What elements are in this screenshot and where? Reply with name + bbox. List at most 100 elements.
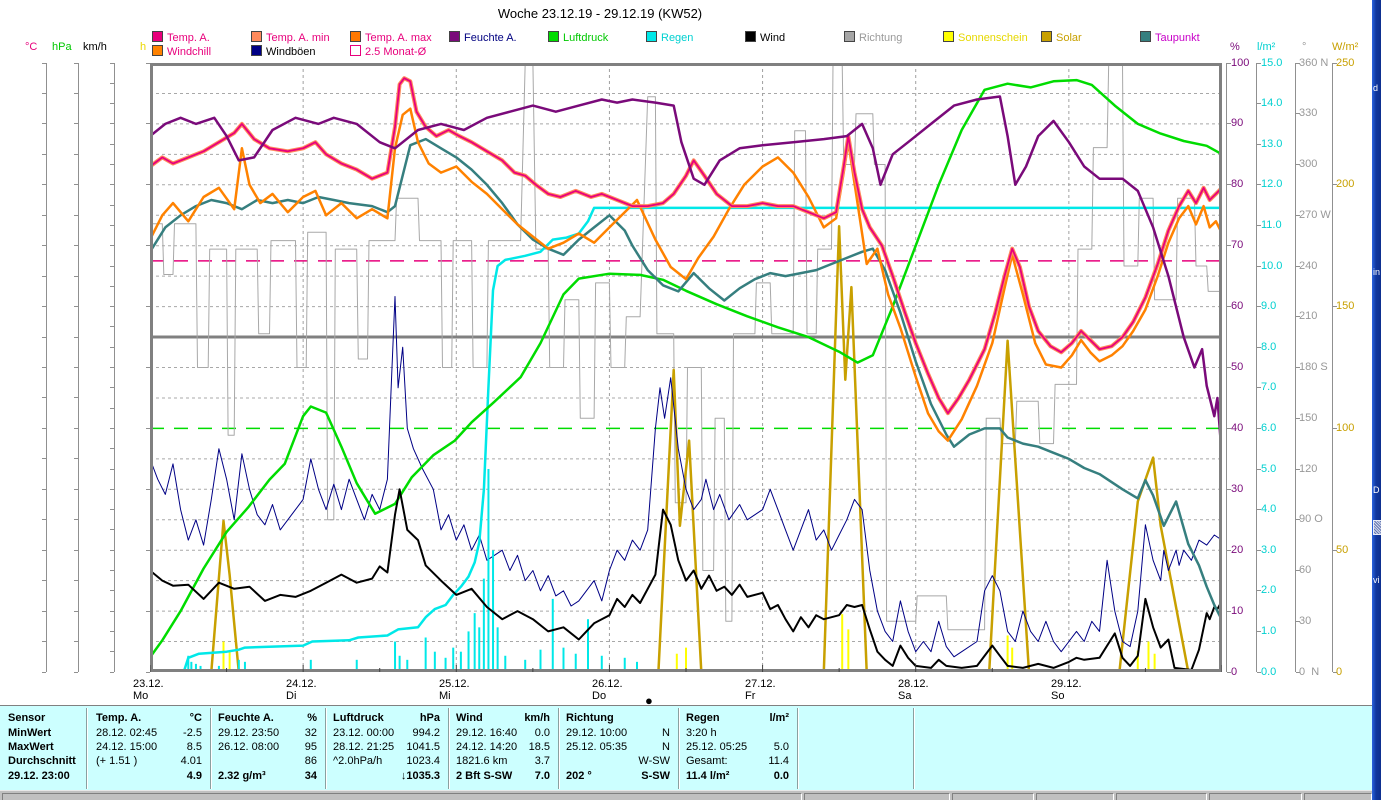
legend-item-label: Luftdruck bbox=[563, 32, 609, 44]
x-axis-day-label: 25.12. Mi bbox=[439, 678, 470, 702]
humidity-axis-tick-label: 10 bbox=[1231, 604, 1244, 617]
solar-axis-tick-label: 200 bbox=[1336, 178, 1355, 191]
legend-item-windchill: Windchill bbox=[152, 45, 212, 58]
direction-axis-tick-label: 120 bbox=[1299, 462, 1318, 475]
rain-axis-tick-label: 0.0 bbox=[1261, 665, 1277, 678]
rain-axis-tick-label: 1.0 bbox=[1261, 624, 1277, 637]
direction-axis-tick-label: 270 W bbox=[1299, 208, 1331, 221]
rain-axis-tick-label: 13.0 bbox=[1261, 137, 1283, 150]
humidity-axis-tick-label: 0 bbox=[1231, 665, 1238, 678]
desktop-icon-label[interactable]: vi bbox=[1373, 576, 1380, 585]
rain-axis-tick-label: 5.0 bbox=[1261, 462, 1277, 475]
direction-axis-tick-label: 60 bbox=[1299, 564, 1312, 576]
legend-item-temp-a-min: Temp. A. min bbox=[251, 31, 330, 44]
legend-item-temp-a-max: Temp. A. max bbox=[350, 31, 432, 44]
legend-item-wind: Wind bbox=[745, 31, 785, 44]
temp-axis-tick bbox=[42, 336, 46, 338]
temp-axis-ruler bbox=[46, 63, 47, 672]
solar-axis-header: W/m² bbox=[1332, 41, 1359, 53]
table-col-unit: % bbox=[307, 712, 317, 724]
table-cell-value: W-SW bbox=[638, 755, 670, 767]
direction-axis-tick-label: 240 bbox=[1299, 259, 1318, 272]
pressure-axis-tick bbox=[74, 458, 78, 460]
temp-axis-tick bbox=[42, 488, 46, 490]
legend-swatch-icon bbox=[350, 31, 361, 42]
wind-axis-tick bbox=[110, 488, 114, 490]
wind-axis-tick bbox=[110, 224, 114, 226]
table-cell-value: 86 bbox=[304, 755, 317, 767]
status-bar bbox=[0, 790, 1372, 800]
table-divider bbox=[86, 708, 87, 789]
table-col-header: Richtung bbox=[566, 712, 614, 724]
status-bar-panel bbox=[1209, 793, 1302, 800]
wind-axis-tick bbox=[110, 509, 114, 511]
wind-axis-tick bbox=[110, 285, 114, 287]
wind-axis-tick bbox=[110, 326, 114, 328]
desktop-icon[interactable] bbox=[1373, 520, 1381, 535]
legend-item-2-5-monat-: 2.5 Monat-Ø bbox=[350, 45, 426, 58]
temp-axis-tick bbox=[42, 610, 46, 612]
legend-item-label: Sonnenschein bbox=[958, 32, 1028, 44]
table-cell-value: 1023.4 bbox=[406, 755, 440, 767]
solar-axis-tick-label: 150 bbox=[1336, 300, 1355, 313]
pressure-axis-tick bbox=[74, 367, 78, 368]
status-bar-panel bbox=[1304, 793, 1372, 800]
desktop-icon-label[interactable]: in bbox=[1373, 268, 1380, 277]
legend-swatch-icon bbox=[449, 31, 460, 42]
table-cell-value: ↓1035.3 bbox=[400, 770, 440, 782]
legend-item-label: Solar bbox=[1056, 32, 1082, 44]
legend-item-temp-a-: Temp. A. bbox=[152, 31, 210, 44]
legend-swatch-icon bbox=[646, 31, 657, 42]
temp-axis-tick bbox=[42, 549, 46, 551]
pressure-axis-tick bbox=[74, 184, 78, 186]
status-bar-panel bbox=[1116, 793, 1207, 800]
pressure-axis-tick bbox=[74, 549, 78, 551]
temp-axis-tick bbox=[42, 92, 46, 94]
wind-axis-tick bbox=[110, 265, 114, 267]
wind-axis-tick bbox=[110, 610, 114, 612]
desktop-icon-label[interactable]: d bbox=[1373, 84, 1378, 93]
table-cell-value: 5.0 bbox=[773, 741, 789, 753]
table-cell-value: 1041.5 bbox=[406, 741, 440, 753]
wind-axis-tick bbox=[110, 549, 114, 551]
temp-axis-tick bbox=[42, 306, 46, 308]
status-bar-panel bbox=[2, 793, 802, 800]
rain-axis-tick-label: 11.0 bbox=[1261, 218, 1282, 231]
temp-axis-tick bbox=[42, 671, 46, 673]
table-cell-value: 994.2 bbox=[412, 727, 440, 739]
temp-axis-tick bbox=[42, 458, 46, 460]
table-col-unit: km/h bbox=[524, 712, 550, 724]
table-row-label: MinWert bbox=[8, 727, 52, 739]
pressure-axis-tick bbox=[74, 427, 78, 429]
direction-axis-tick-label: 30 bbox=[1299, 614, 1312, 627]
table-cell-value: 0.0 bbox=[534, 727, 550, 739]
temp-axis-tick bbox=[42, 275, 46, 277]
pressure-axis-tick bbox=[74, 488, 78, 490]
wind-axis-tick bbox=[110, 529, 114, 531]
pressure-axis-tick bbox=[74, 214, 78, 216]
wind-axis-tick bbox=[110, 62, 114, 64]
desktop-icon-label[interactable]: D bbox=[1373, 486, 1380, 495]
direction-axis-tick-label: 180 S bbox=[1299, 361, 1328, 373]
rain-axis-tick-label: 15.0 bbox=[1261, 56, 1283, 69]
legend-item-taupunkt: Taupunkt bbox=[1140, 31, 1200, 44]
table-cell-value: 8.5 bbox=[186, 741, 202, 753]
table-cell-value: N bbox=[662, 741, 670, 753]
rain-axis-tick-label: 8.0 bbox=[1261, 340, 1277, 353]
pressure-axis-header: hPa bbox=[52, 41, 72, 53]
wind-axis-tick bbox=[110, 164, 114, 165]
legend-item-label: Richtung bbox=[859, 32, 903, 44]
status-bar-panel bbox=[804, 793, 950, 800]
temp-axis-tick bbox=[42, 153, 46, 155]
legend-item-label: Windböen bbox=[266, 46, 316, 58]
rain-axis-header: l/m² bbox=[1257, 41, 1276, 53]
x-axis-day-label: 23.12. Mo bbox=[133, 678, 164, 702]
direction-axis-tick-label: 0 N bbox=[1299, 665, 1320, 678]
wind-axis-tick bbox=[110, 143, 114, 145]
humidity-axis-tick-label: 60 bbox=[1231, 300, 1244, 313]
legend-item-label: Windchill bbox=[167, 46, 212, 58]
legend-swatch-icon bbox=[152, 31, 163, 42]
table-cell-value: 32 bbox=[304, 727, 317, 739]
temp-axis-tick bbox=[42, 62, 46, 64]
table-cell-value: 4.01 bbox=[180, 755, 202, 767]
